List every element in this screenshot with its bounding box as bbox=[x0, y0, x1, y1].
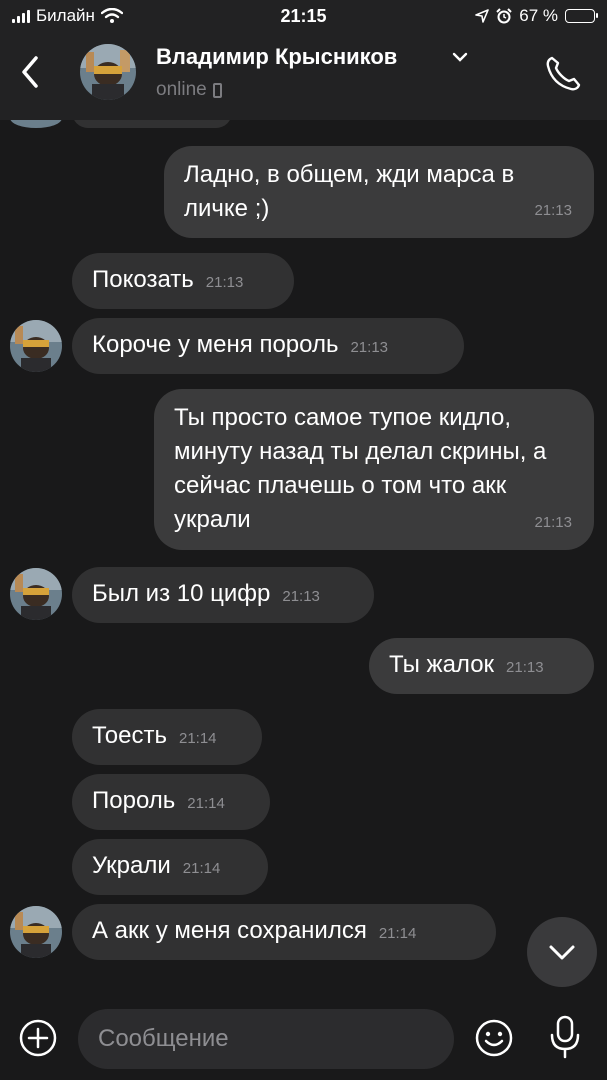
message-text: Был из 10 цифр bbox=[92, 580, 271, 607]
call-icon[interactable] bbox=[543, 54, 583, 94]
sender-avatar[interactable] bbox=[10, 906, 62, 958]
battery-percent: 67 % bbox=[519, 6, 558, 25]
battery-icon bbox=[565, 9, 598, 23]
status-bar: Билайн 21:15 67 % bbox=[0, 0, 607, 34]
message-time: 21:13 bbox=[534, 202, 572, 219]
plus-icon[interactable] bbox=[18, 1018, 58, 1058]
smile-icon[interactable] bbox=[474, 1018, 514, 1058]
message-time: 21:13 bbox=[205, 274, 244, 291]
sender-avatar[interactable] bbox=[10, 568, 62, 620]
contact-name[interactable]: Владимир Крысников bbox=[156, 44, 397, 70]
message-bubble-incoming[interactable]: Покозать 21:13 bbox=[72, 253, 294, 309]
sender-avatar[interactable] bbox=[10, 320, 62, 372]
contact-avatar[interactable] bbox=[80, 44, 136, 100]
message-text: Пороль bbox=[92, 787, 176, 814]
scroll-down-button[interactable] bbox=[527, 917, 597, 987]
message-bubble-outgoing[interactable]: Ты просто самое тупое кидло, минуту наза… bbox=[154, 389, 594, 550]
message-bubble-incoming[interactable]: Был из 10 цифр 21:13 bbox=[72, 567, 374, 623]
message-input[interactable] bbox=[78, 1009, 454, 1069]
chat-header: Владимир Крысников online bbox=[0, 34, 607, 120]
message-text: Покозать bbox=[92, 266, 194, 293]
status-text: online bbox=[156, 79, 207, 100]
message-bubble-outgoing[interactable]: Ладно, в общем, жди марса в личке ;) 21:1… bbox=[164, 146, 594, 238]
message-bubble-incoming[interactable]: Тоесть 21:14 bbox=[72, 709, 262, 765]
scroll-down-icon bbox=[549, 945, 575, 960]
mic-icon[interactable] bbox=[548, 1014, 582, 1060]
message-time: 21:14 bbox=[182, 860, 221, 877]
phone-icon bbox=[212, 82, 222, 98]
status-right: 67 % bbox=[475, 6, 598, 26]
message-list[interactable]: Ладно, в общем, жди марса в личке ;) 21:1… bbox=[0, 120, 607, 1000]
message-bubble-incoming[interactable]: А акк у меня сохранился 21:14 bbox=[72, 904, 496, 960]
message-text: А акк у меня сохранился bbox=[92, 917, 367, 944]
contact-status: online bbox=[156, 79, 222, 101]
message-time: 21:14 bbox=[378, 925, 417, 942]
alarm-icon bbox=[496, 8, 512, 24]
message-text: Ты просто самое тупое кидло, минуту наза… bbox=[174, 404, 547, 533]
message-bubble-incoming[interactable]: Украли 21:14 bbox=[72, 839, 268, 895]
previous-avatar-edge bbox=[10, 120, 62, 128]
message-time: 21:13 bbox=[534, 514, 572, 531]
message-text: Ты жалок bbox=[389, 651, 495, 678]
composer-bar bbox=[0, 1000, 607, 1080]
message-field[interactable] bbox=[78, 1009, 454, 1069]
location-icon bbox=[475, 9, 490, 23]
previous-message-edge bbox=[72, 120, 232, 128]
chevron-down-icon[interactable] bbox=[450, 50, 470, 64]
message-time: 21:13 bbox=[350, 339, 389, 356]
message-time: 21:14 bbox=[178, 730, 217, 747]
back-icon[interactable] bbox=[16, 52, 46, 92]
message-text: Ладно, в общем, жди марса в личке ;) bbox=[184, 161, 515, 222]
message-text: Тоесть bbox=[92, 722, 167, 749]
message-bubble-outgoing[interactable]: Ты жалок 21:13 bbox=[369, 638, 594, 694]
message-time: 21:14 bbox=[187, 795, 225, 812]
message-bubble-incoming[interactable]: Короче у меня пороль 21:13 bbox=[72, 318, 464, 374]
message-text: Короче у меня пороль bbox=[92, 331, 339, 358]
message-time: 21:13 bbox=[506, 659, 544, 676]
message-bubble-incoming[interactable]: Пороль 21:14 bbox=[72, 774, 270, 830]
message-text: Украли bbox=[92, 852, 171, 879]
message-time: 21:13 bbox=[282, 588, 320, 605]
